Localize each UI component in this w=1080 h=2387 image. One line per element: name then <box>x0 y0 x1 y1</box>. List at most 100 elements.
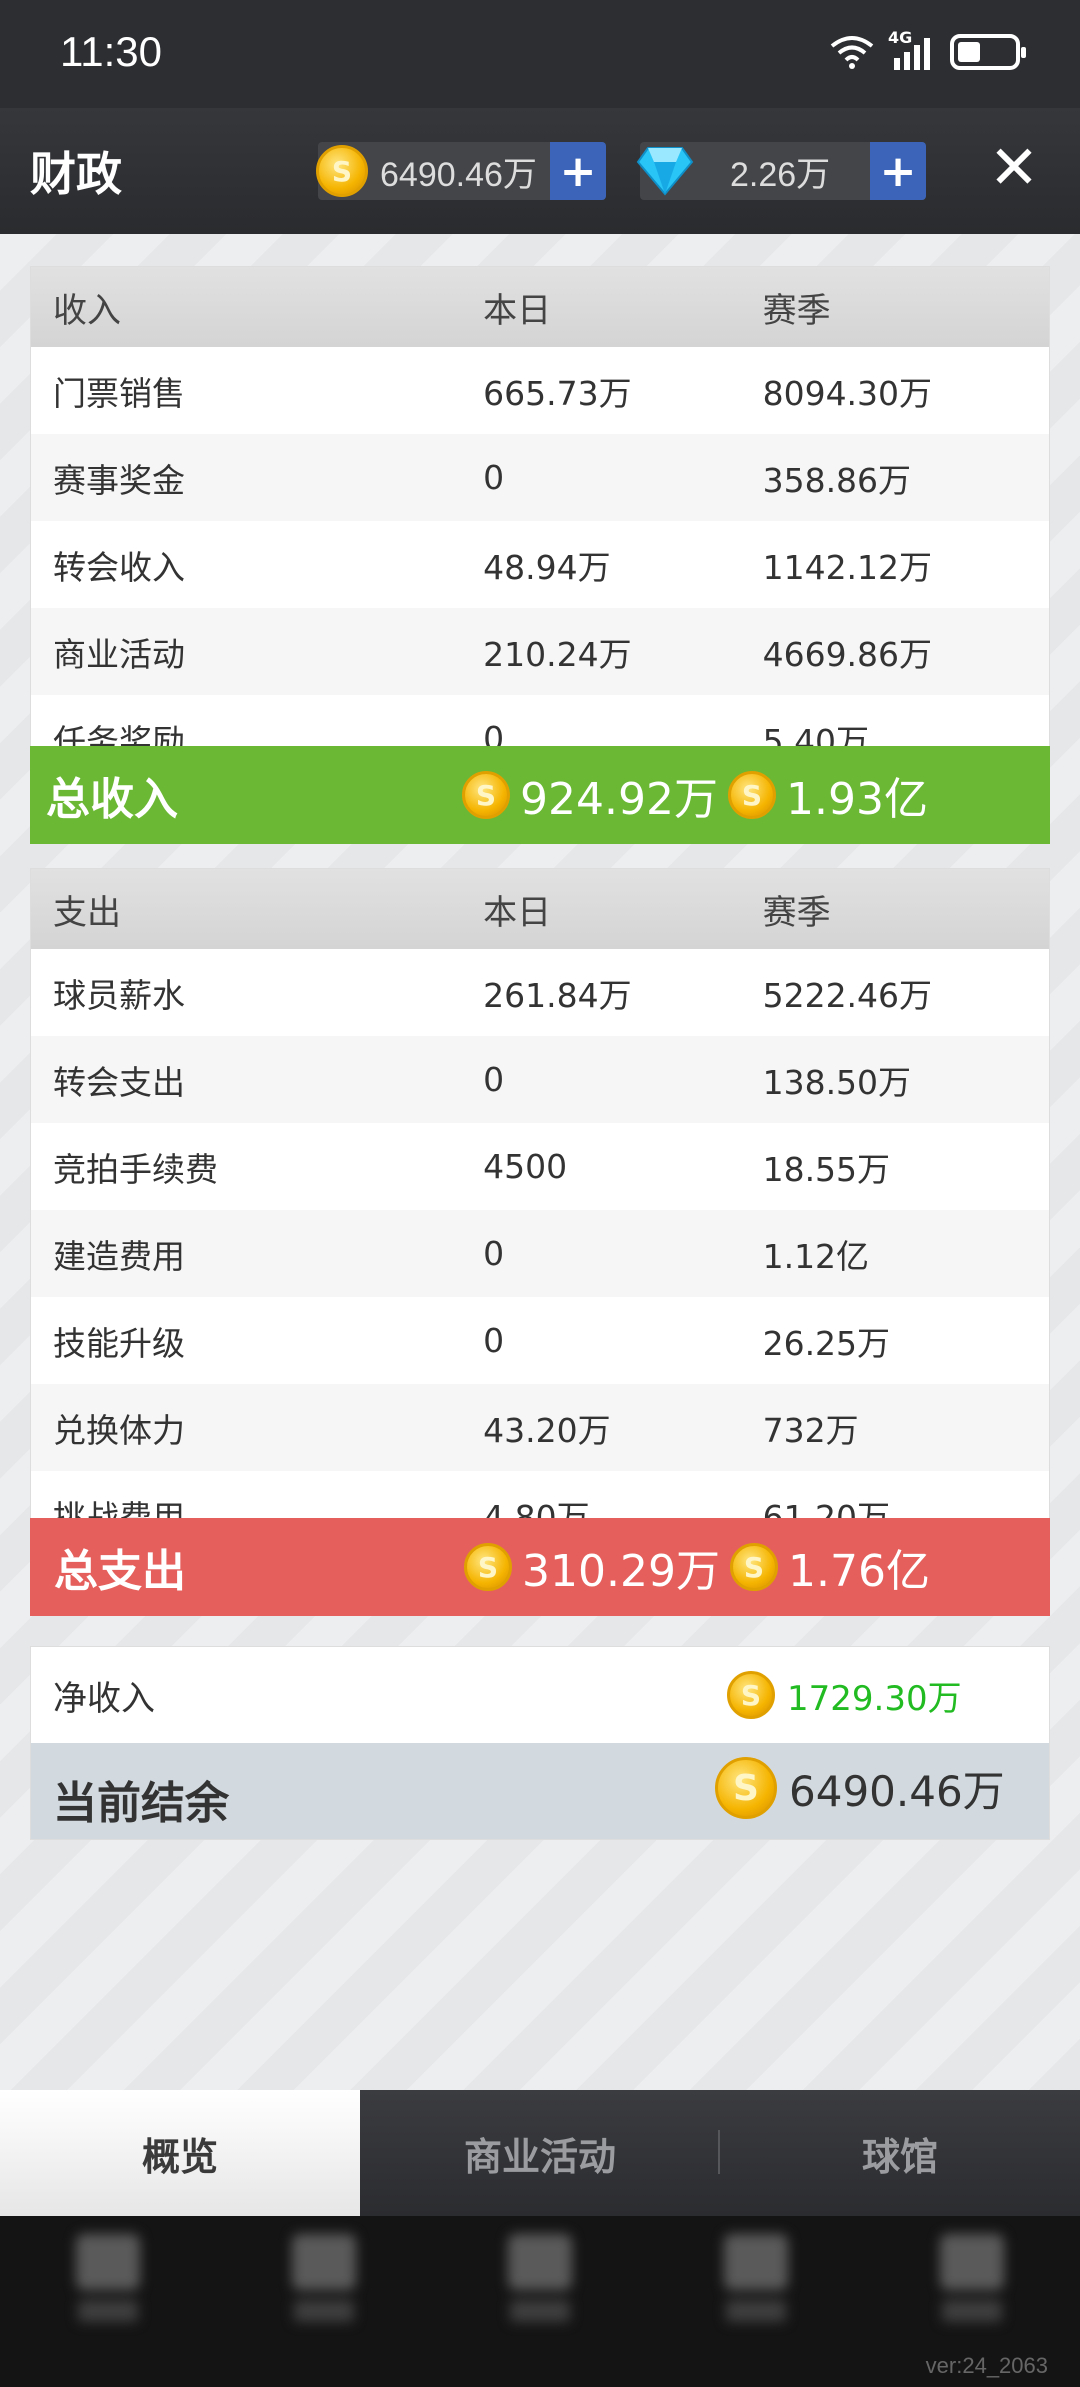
gem-balance: 2.26万 + <box>636 142 926 200</box>
expense-row-transfer: 转会支出 0 138.50万 <box>31 1036 1049 1123</box>
row-season: 358.86万 <box>762 460 912 500</box>
income-row-business: 商业活动 210.24万 4669.86万 <box>31 608 1049 695</box>
row-day: 0 <box>483 1321 505 1360</box>
coin-icon: S <box>730 1543 778 1591</box>
page-title: 财政 <box>30 147 122 201</box>
total-expense-day-value: 310.29万 <box>522 1546 720 1597</box>
total-income-season-value: 1.93亿 <box>786 774 928 825</box>
row-name: 任务奖励 <box>53 721 185 748</box>
status-icons: 4G <box>830 28 1026 72</box>
expense-day-column: 本日 <box>483 892 552 933</box>
row-name: 竞拍手续费 <box>53 1149 218 1189</box>
current-balance-label: 当前结余 <box>53 1778 229 1829</box>
expense-row-stamina: 兑换体力 43.20万 732万 <box>31 1384 1049 1471</box>
income-day-column: 本日 <box>483 290 552 331</box>
blurred-background-nav: ver:24_2063 <box>0 2216 1080 2387</box>
net-income-label: 净收入 <box>53 1678 155 1719</box>
blurred-icons <box>0 2216 1080 2344</box>
current-balance-amount: 6490.46万 <box>789 1766 1005 1816</box>
row-name: 转会支出 <box>53 1062 185 1102</box>
income-row-task-reward: 任务奖励 0 5.40万 <box>31 695 1049 748</box>
total-income-day: S 924.92万 <box>462 763 718 827</box>
income-rows[interactable]: 门票销售 665.73万 8094.30万 赛事奖金 0 358.86万 转会收… <box>31 347 1049 748</box>
add-gems-button[interactable]: + <box>870 142 926 200</box>
coin-icon: S <box>462 771 510 819</box>
row-day: 0 <box>483 719 505 748</box>
wifi-icon <box>830 36 874 69</box>
coin-icon: S <box>727 1671 775 1719</box>
row-day: 210.24万 <box>483 634 632 674</box>
row-name: 建造费用 <box>53 1236 185 1276</box>
income-table: 收入 本日 赛季 门票销售 665.73万 8094.30万 赛事奖金 0 35… <box>30 266 1050 748</box>
row-name: 转会收入 <box>53 547 185 587</box>
row-season: 138.50万 <box>762 1062 912 1102</box>
total-expense-day: S 310.29万 <box>464 1535 720 1599</box>
row-name: 技能升级 <box>53 1323 185 1363</box>
row-season: 26.25万 <box>762 1323 891 1363</box>
coin-balance: S 6490.46万 + <box>316 142 606 200</box>
row-name: 门票销售 <box>53 373 185 413</box>
total-income-day-value: 924.92万 <box>520 774 718 825</box>
current-balance-value: S 6490.46万 <box>715 1757 1005 1819</box>
net-income-value: S 1729.30万 <box>727 1671 962 1720</box>
expense-row-challenge: 挑战费用 4.80万 61.20万 <box>31 1471 1049 1520</box>
expense-table: 支出 本日 赛季 球员薪水 261.84万 5222.46万 转会支出 0 13… <box>30 868 1050 1520</box>
row-day: 0 <box>483 458 505 497</box>
blurred-nav-icon <box>937 2234 1007 2344</box>
row-season: 5222.46万 <box>762 975 933 1015</box>
tab-business-label: 商业活动 <box>463 2134 616 2179</box>
total-expense-label: 总支出 <box>54 1546 186 1597</box>
battery-icon <box>950 34 1026 70</box>
coin-amount: 6490.46万 <box>380 155 537 194</box>
gem-amount: 2.26万 <box>730 155 831 194</box>
net-income-row: 净收入 S 1729.30万 <box>31 1647 1049 1743</box>
expense-rows[interactable]: 球员薪水 261.84万 5222.46万 转会支出 0 138.50万 竞拍手… <box>31 949 1049 1520</box>
total-income-season: S 1.93亿 <box>728 763 928 827</box>
tab-arena[interactable]: 球馆 <box>720 2090 1080 2216</box>
income-row-transfer: 转会收入 48.94万 1142.12万 <box>31 521 1049 608</box>
expense-row-construction: 建造费用 0 1.12亿 <box>31 1210 1049 1297</box>
expense-table-header: 支出 本日 赛季 <box>31 869 1049 949</box>
close-button[interactable]: ✕ <box>984 138 1044 198</box>
total-expense-season-value: 1.76亿 <box>788 1546 930 1597</box>
add-coins-button[interactable]: + <box>550 142 606 200</box>
tab-bar: 概览 商业活动 球馆 <box>0 2090 1080 2216</box>
blurred-nav-icon <box>505 2234 575 2344</box>
income-row-prize: 赛事奖金 0 358.86万 <box>31 434 1049 521</box>
income-row-ticket-sales: 门票销售 665.73万 8094.30万 <box>31 347 1049 434</box>
row-season: 732万 <box>762 1410 859 1450</box>
row-day: 4500 <box>483 1147 568 1186</box>
tab-business[interactable]: 商业活动 <box>360 2090 720 2216</box>
blurred-nav-icon <box>721 2234 791 2344</box>
row-name: 兑换体力 <box>53 1410 185 1450</box>
row-name: 球员薪水 <box>53 975 185 1015</box>
row-day: 665.73万 <box>483 373 632 413</box>
current-balance-row: 当前结余 S 6490.46万 <box>31 1743 1049 1839</box>
coin-icon: S <box>464 1543 512 1591</box>
tab-overview[interactable]: 概览 <box>0 2090 360 2216</box>
row-day: 4.80万 <box>483 1497 590 1520</box>
blurred-nav-icon <box>73 2234 143 2344</box>
expense-row-salary: 球员薪水 261.84万 5222.46万 <box>31 949 1049 1036</box>
income-season-column: 赛季 <box>762 290 831 331</box>
net-income-amount: 1729.30万 <box>787 1678 962 1719</box>
status-bar: 11:30 4G <box>0 0 1080 108</box>
signal-icon: 4G <box>888 28 936 72</box>
row-day: 0 <box>483 1060 505 1099</box>
row-season: 4669.86万 <box>762 634 933 674</box>
row-name: 商业活动 <box>53 634 185 674</box>
diamond-icon <box>636 147 694 196</box>
coin-icon: S <box>715 1757 777 1819</box>
row-season: 5.40万 <box>762 721 870 748</box>
row-season: 61.20万 <box>762 1497 891 1520</box>
expense-row-auction-fee: 竞拍手续费 4500 18.55万 <box>31 1123 1049 1210</box>
row-name: 挑战费用 <box>53 1497 185 1520</box>
coin-icon: S <box>316 145 368 197</box>
coin-icon: S <box>728 771 776 819</box>
balance-summary: 净收入 S 1729.30万 当前结余 S 6490.46万 <box>30 1646 1050 1840</box>
total-expense-season: S 1.76亿 <box>730 1535 930 1599</box>
expense-season-column: 赛季 <box>762 892 831 933</box>
version-label: ver:24_2063 <box>925 2353 1048 2378</box>
row-name: 赛事奖金 <box>53 460 185 500</box>
row-season: 8094.30万 <box>762 373 933 413</box>
